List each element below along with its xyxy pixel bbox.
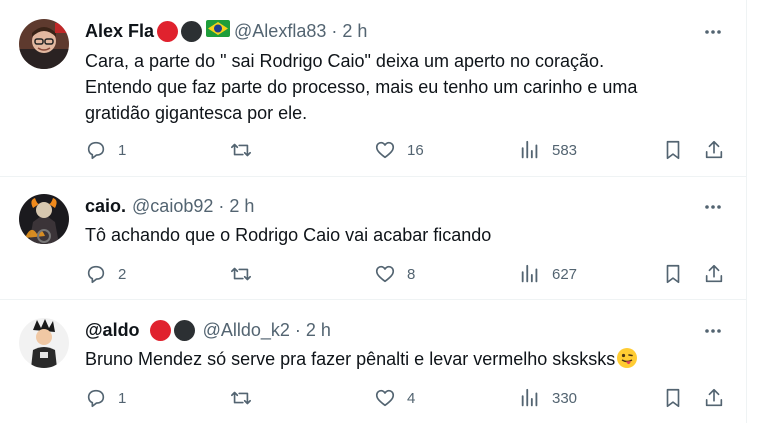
tweet-1[interactable]: Alex Fla @Alexfla83 · 2 h Cara, a parte … (0, 0, 747, 177)
reply-button[interactable]: 2 (85, 262, 126, 286)
bookmark-icon (666, 388, 680, 408)
tweet-text-line: Cara, a parte do " sai Rodrigo Caio" dei… (85, 51, 605, 71)
display-name[interactable]: caio. (85, 196, 126, 217)
share-button[interactable] (703, 386, 725, 410)
tweet-header: caio. @caiob92 · 2 h (85, 195, 254, 217)
reply-icon (87, 265, 105, 284)
view-count: 583 (552, 141, 578, 159)
tweet-text-line: Entendo que faz parte do processo, mais … (85, 77, 638, 97)
brazil-flag-icon (206, 20, 231, 42)
retweet-icon (231, 143, 251, 157)
face-with-tongue-emoji-icon (616, 347, 638, 369)
tweet-text: Tô achando que o Rodrigo Caio vai acabar… (85, 222, 725, 248)
user-handle[interactable]: @Alexfla83 (234, 21, 326, 42)
tweet-text-line: Tô achando que o Rodrigo Caio vai acabar… (85, 225, 492, 245)
like-count: 8 (407, 265, 416, 283)
avatar-caio[interactable] (19, 194, 69, 244)
heart-icon (375, 389, 395, 407)
tweet-header: Alex Fla @Alexfla83 · 2 h (85, 20, 367, 42)
share-icon (705, 264, 723, 283)
tweet-text: Cara, a parte do " sai Rodrigo Caio" dei… (85, 48, 725, 126)
separator-dot: · (294, 319, 301, 340)
views-chart-icon (521, 388, 538, 407)
timestamp[interactable]: 2 h (306, 320, 331, 341)
separator-dot: · (331, 20, 338, 41)
display-name[interactable]: Alex Fla (85, 21, 154, 42)
bookmark-icon (666, 264, 680, 284)
retweet-button[interactable] (230, 386, 263, 410)
like-button[interactable]: 16 (374, 138, 424, 162)
like-count: 4 (407, 389, 416, 407)
more-options-icon[interactable] (701, 195, 725, 219)
reply-count: 1 (118, 389, 127, 407)
reply-icon (87, 141, 105, 160)
share-button[interactable] (703, 262, 725, 286)
tweet-2[interactable]: caio. @caiob92 · 2 h Tô achando que o Ro… (0, 178, 747, 300)
views-button[interactable]: 583 (519, 138, 577, 162)
views-button[interactable]: 330 (519, 386, 577, 410)
tweet-actions: 1 16 583 (85, 138, 727, 162)
retweet-button[interactable] (230, 138, 263, 162)
views-chart-icon (521, 140, 538, 159)
share-icon (705, 140, 723, 159)
bookmark-button[interactable] (662, 138, 684, 162)
heart-icon (375, 265, 395, 283)
like-button[interactable]: 8 (374, 262, 415, 286)
tweet-header: @aldo @Alldo_k2 · 2 h (85, 319, 331, 341)
views-button[interactable]: 627 (519, 262, 577, 286)
tweet-text-line: gratidão gigantesca por ele. (85, 103, 308, 123)
retweet-icon (231, 267, 251, 281)
more-options-icon[interactable] (701, 20, 725, 44)
tweet-text-line: Bruno Mendez só serve pra fazer pênalti … (85, 349, 616, 369)
like-button[interactable]: 4 (374, 386, 415, 410)
separator-dot: · (218, 195, 225, 216)
views-chart-icon (521, 264, 538, 283)
tweet-3[interactable]: @aldo @Alldo_k2 · 2 h Bruno Mendez só se… (0, 301, 747, 423)
bookmark-button[interactable] (662, 386, 684, 410)
like-count: 16 (407, 141, 424, 159)
red-circle-icon (149, 319, 171, 341)
tweet-actions: 2 8 627 (85, 262, 727, 286)
tweet-actions: 1 4 330 (85, 386, 727, 410)
share-icon (705, 388, 723, 407)
user-handle[interactable]: @Alldo_k2 (203, 320, 290, 341)
tweet-text: Bruno Mendez só serve pra fazer pênalti … (85, 346, 725, 372)
timestamp[interactable]: 2 h (342, 21, 367, 42)
share-button[interactable] (703, 138, 725, 162)
view-count: 330 (552, 389, 578, 407)
retweet-icon (231, 391, 251, 405)
heart-icon (375, 141, 395, 159)
reply-icon (87, 389, 105, 408)
user-handle[interactable]: @caiob92 (132, 196, 213, 217)
reply-button[interactable]: 1 (85, 386, 126, 410)
reply-count: 1 (118, 141, 127, 159)
timestamp[interactable]: 2 h (229, 196, 254, 217)
retweet-button[interactable] (230, 262, 263, 286)
more-options-icon[interactable] (701, 319, 725, 343)
display-name[interactable]: @aldo (85, 320, 140, 341)
timeline: Alex Fla @Alexfla83 · 2 h Cara, a parte … (0, 0, 747, 423)
red-circle-icon (157, 20, 179, 42)
black-circle-icon (173, 319, 195, 341)
bookmark-button[interactable] (662, 262, 684, 286)
avatar-alex[interactable] (19, 19, 69, 69)
reply-button[interactable]: 1 (85, 138, 126, 162)
bookmark-icon (666, 140, 680, 160)
black-circle-icon (181, 20, 203, 42)
reply-count: 2 (118, 265, 127, 283)
avatar-aldo[interactable] (19, 318, 69, 368)
view-count: 627 (552, 265, 578, 283)
